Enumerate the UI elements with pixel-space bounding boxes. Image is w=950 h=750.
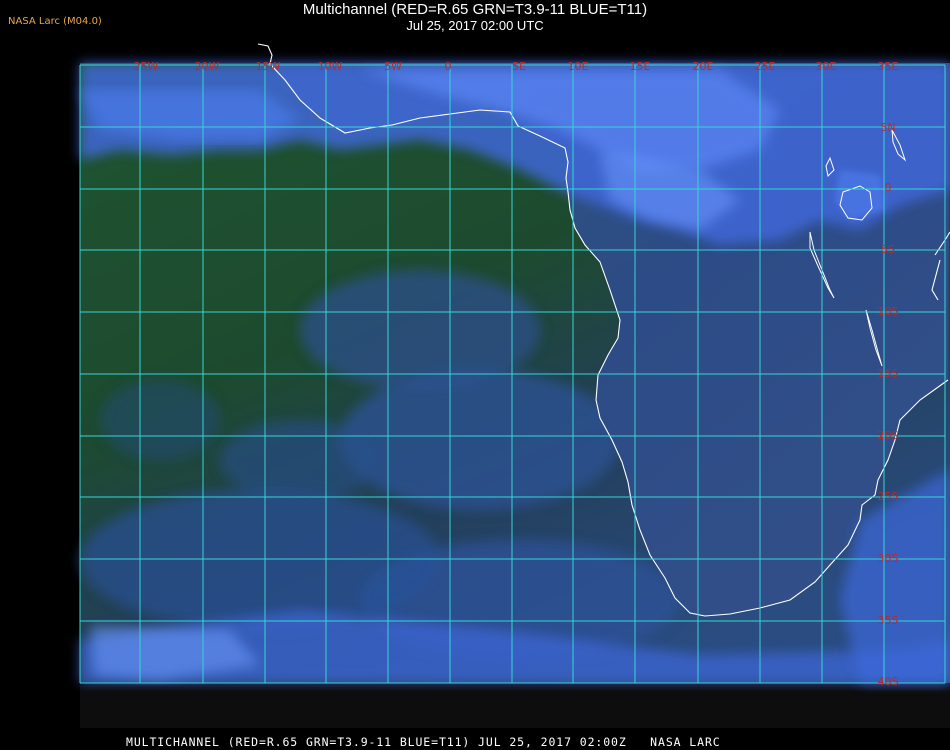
longitude-label: 20W	[195, 60, 220, 73]
longitude-label: 10W	[318, 60, 343, 73]
longitude-label: 35E	[878, 60, 899, 73]
longitude-label: 5E	[512, 60, 526, 73]
longitude-label: 25E	[755, 60, 776, 73]
lower-margin-band	[80, 683, 950, 728]
satellite-map: 25W 20W 15W 10W 5W 0 5E 10E 15E 20E 25E 30E 35E 5N 0 5S…	[79, 43, 950, 728]
latitude-label: 30S	[878, 552, 899, 565]
latitude-label: 5S	[881, 243, 895, 256]
longitude-label: 20E	[693, 60, 714, 73]
latitude-label: 40S	[878, 675, 899, 688]
longitude-label: 15W	[256, 60, 281, 73]
footer-caption: MULTICHANNEL (RED=R.65 GRN=T3.9-11 BLUE=…	[126, 735, 721, 749]
latitude-label: 15S	[878, 367, 899, 380]
latitude-label: 0	[885, 181, 892, 194]
longitude-label: 5W	[384, 60, 402, 73]
latitude-label: 25S	[878, 490, 899, 503]
latitude-label: 5N	[880, 121, 895, 134]
longitude-label: 15E	[630, 60, 651, 73]
longitude-label: 0	[445, 60, 452, 73]
latitude-label: 10S	[878, 305, 899, 318]
longitude-label: 10E	[568, 60, 589, 73]
longitude-label: 30E	[816, 60, 837, 73]
latitude-label: 20S	[878, 429, 899, 442]
longitude-label: 25W	[134, 60, 159, 73]
latitude-label: 35S	[878, 614, 899, 627]
